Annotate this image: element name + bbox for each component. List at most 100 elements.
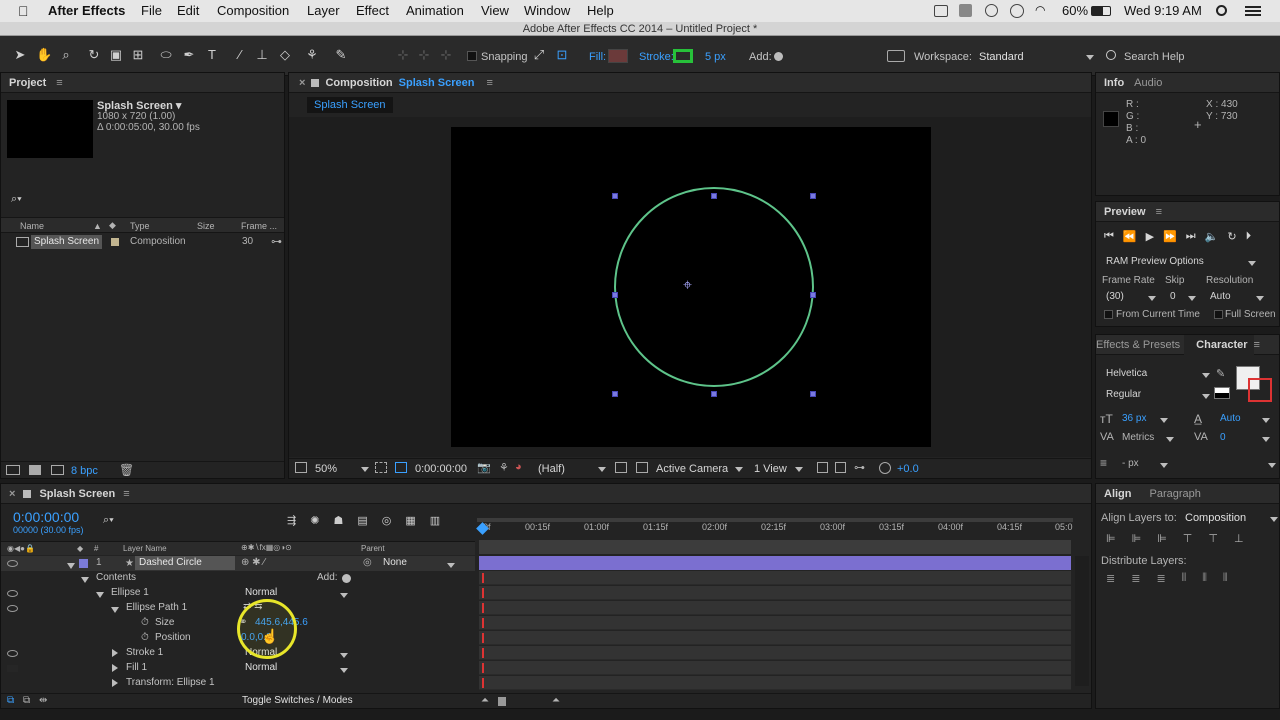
hide-shy-layers-icon[interactable]: ☗ [333, 514, 343, 527]
distribute-hcenter-icon[interactable]: ⫴ [1202, 572, 1207, 585]
resolution-select-preview[interactable]: Auto [1210, 291, 1231, 302]
eyedropper-icon[interactable]: ✎ [1216, 367, 1225, 380]
channel-icon[interactable]: ◕ [515, 461, 522, 473]
parent-pickwhip-icon[interactable]: ◎ [363, 557, 372, 568]
paragraph-tab[interactable]: Paragraph [1150, 488, 1201, 500]
skype-icon[interactable] [959, 4, 972, 17]
loop-icon[interactable]: ↻ [1227, 230, 1236, 243]
menu-file[interactable]: File [141, 3, 162, 18]
fast-preview-icon[interactable] [636, 462, 648, 473]
align-hcenter-icon[interactable]: ⊫ [1132, 532, 1142, 545]
timeline-scrollbar[interactable] [1075, 556, 1089, 686]
stroke-color-swatch[interactable] [1248, 378, 1272, 402]
spotlight-icon[interactable] [1216, 5, 1227, 16]
flowchart-view-icon[interactable]: ⊶ [854, 461, 865, 474]
search-help-input[interactable]: Search Help [1124, 51, 1185, 63]
bbox-handle-bl[interactable] [612, 391, 618, 397]
dashed-circle-shape[interactable] [614, 187, 814, 387]
timeline-search-icon[interactable]: ⌕▾ [103, 514, 114, 527]
frame-blending-icon[interactable]: ▤ [357, 514, 367, 527]
baseline-dropdown-icon[interactable] [1154, 459, 1168, 471]
snap-icon[interactable]: ⤢ [531, 47, 547, 63]
notification-center-icon[interactable] [1245, 4, 1261, 18]
comp-tab-name[interactable]: Splash Screen [399, 77, 475, 89]
contents-expand-icon[interactable] [81, 575, 89, 586]
headphones-icon[interactable] [985, 4, 998, 17]
timeline-tab[interactable]: Splash Screen [39, 488, 115, 500]
axis-world-icon[interactable]: ⊹ [416, 47, 432, 63]
audio-icon[interactable]: 🔈 [1205, 230, 1219, 243]
region-of-interest-icon[interactable] [375, 462, 387, 473]
roto-brush-tool-icon[interactable]: ⚘ [304, 47, 320, 63]
frame-rate-select[interactable]: (30) [1106, 291, 1124, 302]
ram-options-dropdown-icon[interactable] [1242, 257, 1256, 269]
ellipse-visibility-icon[interactable] [7, 590, 18, 597]
menu-help[interactable]: Help [587, 3, 614, 18]
always-preview-icon[interactable] [295, 462, 307, 473]
workspace-icon[interactable] [887, 50, 905, 62]
bbox-handle-br[interactable] [810, 391, 816, 397]
time-machine-icon[interactable] [1010, 4, 1024, 18]
comp-flow-tab[interactable]: Splash Screen [307, 97, 393, 113]
ellipse-path-visibility-icon[interactable] [7, 605, 18, 612]
kerning-dropdown-icon[interactable] [1160, 433, 1174, 445]
pan-behind-tool-icon[interactable]: ⊞ [130, 47, 146, 63]
exposure-value[interactable]: +0.0 [897, 463, 919, 475]
info-tab[interactable]: Info [1104, 77, 1124, 89]
font-style-dropdown-icon[interactable] [1196, 390, 1210, 402]
timeline-link-icon[interactable] [835, 462, 846, 473]
camera-select[interactable]: Active Camera [656, 463, 728, 475]
fill-label[interactable]: Fill: [589, 51, 606, 63]
trash-icon[interactable]: 🗑 [119, 463, 134, 477]
menu-edit[interactable]: Edit [177, 3, 199, 18]
fill-blend-dropdown-icon[interactable] [334, 665, 348, 676]
item-label-color[interactable] [111, 238, 119, 246]
camera-dropdown-icon[interactable] [729, 463, 743, 475]
col-frame[interactable]: Frame ... [241, 221, 277, 231]
distribute-bottom-icon[interactable]: ≣ [1156, 572, 1165, 585]
transform-expand-icon[interactable] [112, 679, 118, 690]
label-col-icon[interactable]: ◆ [109, 220, 116, 231]
workspace-select[interactable]: Standard [979, 51, 1024, 63]
view-layout-select[interactable]: 1 View [754, 463, 787, 475]
zoom-out-icon[interactable]: ⏶ [481, 695, 489, 706]
eraser-tool-icon[interactable]: ◇ [277, 47, 293, 63]
menu-layer[interactable]: Layer [307, 3, 340, 18]
ellipse-blend-dropdown-icon[interactable] [334, 590, 348, 601]
graph-editor-icon[interactable]: ▦ [405, 514, 415, 527]
fill-expand-icon[interactable] [112, 664, 118, 675]
label-column-icon[interactable]: ◆ [77, 544, 83, 553]
time-ruler[interactable]: 0f 00:15f 01:00f 01:15f 02:00f 02:15f 03… [476, 512, 1077, 536]
stroke-visibility-icon[interactable] [7, 650, 18, 657]
puppet-pin-tool-icon[interactable]: ✎ [333, 47, 349, 63]
project-tab[interactable]: Project [9, 77, 46, 89]
menu-composition[interactable]: Composition [217, 3, 289, 18]
distribute-vcenter-icon[interactable]: ≣ [1131, 572, 1140, 585]
new-composition-icon[interactable] [51, 465, 64, 475]
av-features-icon[interactable]: ◉◀●🔒 [7, 544, 35, 553]
panel-menu-icon[interactable]: ≡ [56, 77, 62, 89]
menu-animation[interactable]: Animation [406, 3, 464, 18]
zoom-tool-icon[interactable]: ⌕ [58, 47, 74, 63]
toggle-switches-modes[interactable]: Toggle Switches / Modes [242, 695, 353, 706]
align-right-icon[interactable]: ⊫ [1157, 532, 1167, 545]
contents-add-icon[interactable] [342, 574, 351, 583]
menu-view[interactable]: View [481, 3, 509, 18]
col-type[interactable]: Type [130, 221, 150, 231]
kerning-value[interactable]: Metrics [1122, 432, 1154, 443]
timeline-zoom-slider[interactable] [498, 697, 506, 706]
character-tab[interactable]: Character [1184, 334, 1254, 355]
close-tab-icon[interactable]: × [299, 77, 305, 89]
layer-switches[interactable]: ⊕ ✱ ∕ [241, 557, 265, 568]
graph-icon[interactable]: ▥ [430, 514, 440, 527]
flowchart-icon[interactable]: ⊶ [271, 235, 282, 248]
align-bottom-icon[interactable]: ⊥ [1234, 532, 1244, 545]
snap-edges-icon[interactable]: ⊡ [554, 47, 570, 63]
font-size-value[interactable]: 36 px [1122, 413, 1146, 424]
col-size[interactable]: Size [197, 221, 215, 231]
current-time-display[interactable]: 0:00:00:00 [13, 509, 79, 525]
layer-duration-bar[interactable] [479, 556, 1071, 570]
transparency-grid-icon[interactable] [615, 462, 627, 473]
reset-exposure-icon[interactable] [879, 462, 891, 474]
clone-stamp-tool-icon[interactable]: ⊥ [254, 47, 270, 63]
